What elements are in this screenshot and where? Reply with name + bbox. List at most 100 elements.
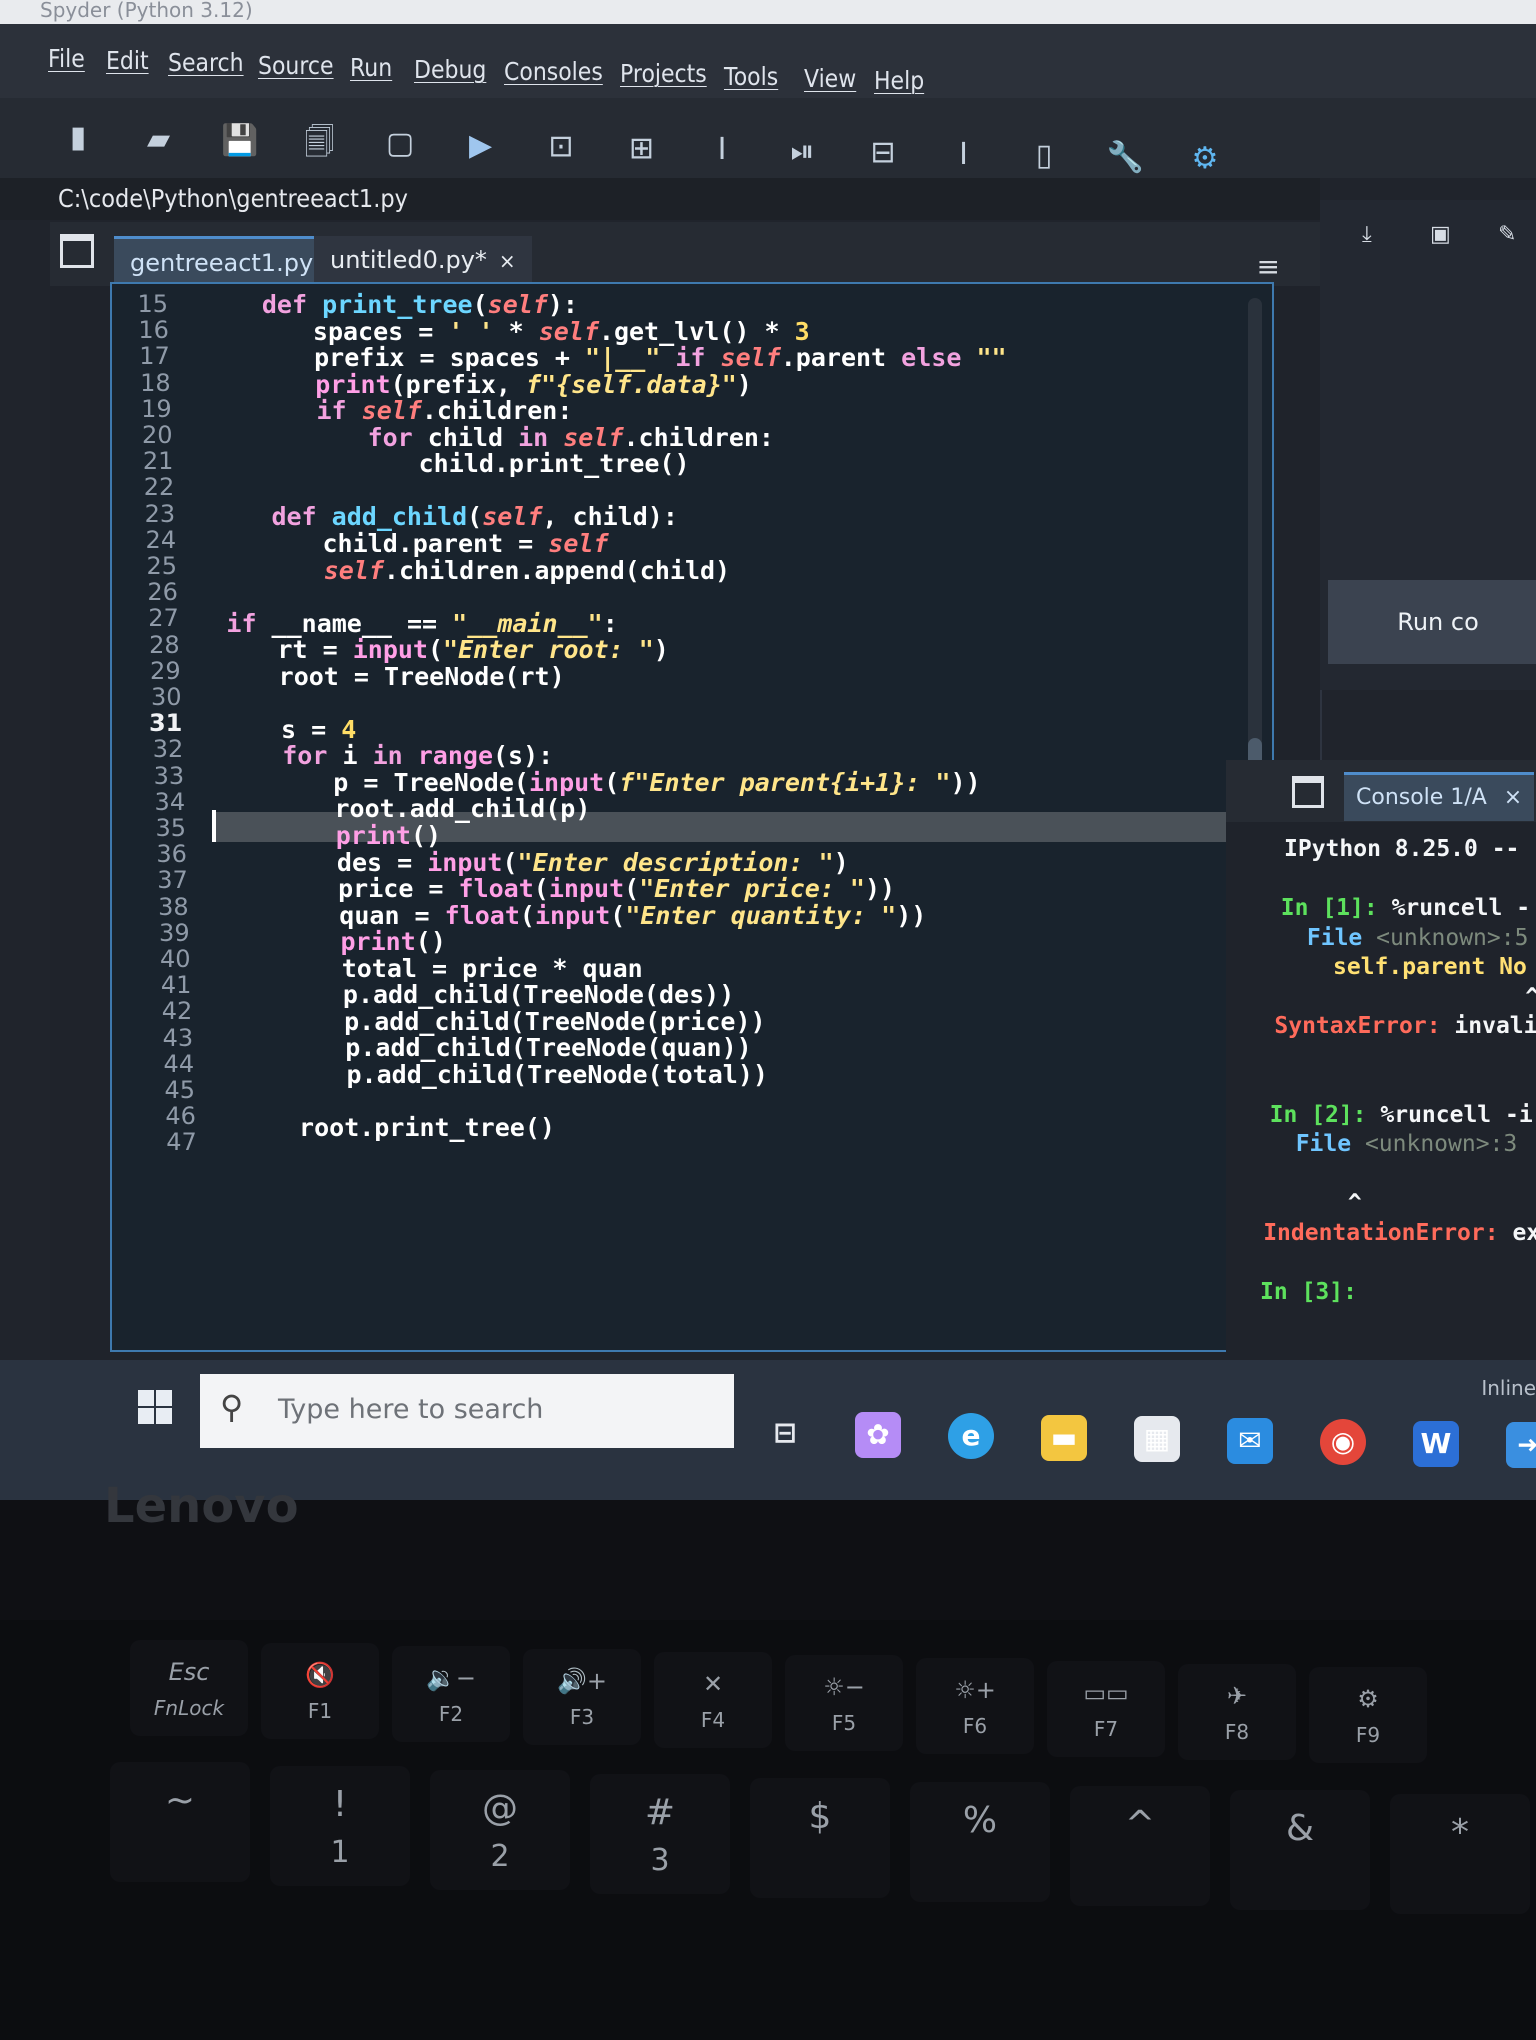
key-f5[interactable]: ☼− F5: [785, 1655, 903, 1751]
key-f3[interactable]: 🔊+ F3: [523, 1649, 641, 1745]
run-icon[interactable]: ▶: [463, 128, 499, 164]
variable-explorer-pane: Run co ⤓ ▣ ✎: [1320, 200, 1536, 690]
key-top-label: #: [644, 1792, 676, 1833]
remove-data-icon[interactable]: ✎: [1498, 222, 1516, 247]
line-number: 42: [161, 997, 193, 1026]
key-f2[interactable]: 🔉− F2: [392, 1646, 510, 1742]
browse-tabs-icon[interactable]: [60, 234, 94, 268]
code-line: quan = float(input("Enter quantity: ")): [339, 901, 926, 930]
run-cell-advance-icon[interactable]: ⊞: [624, 131, 660, 167]
console-line: In [1]: %runcell -: [1281, 895, 1530, 921]
python-path-icon[interactable]: ⚙: [1187, 141, 1223, 177]
key-fnlock[interactable]: Esc FnLock: [130, 1640, 248, 1736]
key-top-label: !: [332, 1784, 348, 1825]
run-selection-icon[interactable]: I: [704, 132, 740, 168]
store-icon[interactable]: ▦: [1134, 1416, 1180, 1462]
run-code-button[interactable]: Run co: [1328, 580, 1536, 664]
key-top-label: 🔉−: [426, 1664, 476, 1692]
number-row-key[interactable]: @2: [430, 1770, 570, 1890]
code-token-bi: float: [444, 900, 520, 930]
debug-selection-icon[interactable]: I: [946, 137, 982, 173]
code-token-tx: rt =: [277, 635, 353, 665]
new-file-icon[interactable]: ▮: [60, 120, 96, 156]
menu-view[interactable]: View: [804, 64, 856, 93]
code-token-tx: __name__ ==: [271, 608, 453, 638]
key-bottom-label: F2: [438, 1702, 464, 1726]
number-row-key[interactable]: ^: [1070, 1786, 1210, 1906]
save-data-icon[interactable]: ▣: [1430, 222, 1451, 247]
code-token-str: "Enter description: ": [517, 847, 834, 877]
save-all-icon[interactable]: 🗐: [302, 125, 338, 161]
menu-projects[interactable]: Projects: [620, 59, 707, 88]
menu-file[interactable]: File: [48, 44, 85, 73]
spyder-icon[interactable]: ⇥: [1506, 1422, 1536, 1468]
menu-debug[interactable]: Debug: [414, 55, 486, 84]
number-row-key[interactable]: &: [1230, 1790, 1370, 1910]
code-token-bi: range: [417, 741, 493, 771]
edge-icon[interactable]: e: [948, 1413, 994, 1459]
code-token-tx: s =: [281, 714, 342, 744]
code-editor[interactable]: 15 def print_tree(self): 16 spaces = ' ' * …: [110, 282, 1274, 1398]
number-row-key[interactable]: $: [750, 1778, 890, 1898]
menu-search[interactable]: Search: [168, 48, 244, 77]
line-number: 45: [164, 1076, 195, 1104]
code-token-tx: (): [410, 821, 442, 850]
line-number: 27: [148, 604, 179, 633]
code-token-kw: else: [901, 343, 977, 373]
menu-edit[interactable]: Edit: [106, 46, 149, 75]
open-folder-icon[interactable]: ▰: [141, 122, 177, 158]
key-f1[interactable]: 🔇 F1: [261, 1643, 379, 1739]
console-tab-close-icon[interactable]: ×: [1504, 785, 1522, 810]
code-token-tx: p = TreeNode(: [333, 767, 529, 797]
browse-console-tabs-icon[interactable]: [1292, 776, 1324, 808]
key-top-label: ⚙: [1357, 1685, 1379, 1713]
menu-run[interactable]: Run: [350, 53, 392, 82]
number-row-key[interactable]: %: [910, 1782, 1050, 1902]
menu-consoles[interactable]: Consoles: [504, 57, 603, 86]
code-line: self.children.append(child): [324, 556, 730, 585]
debug-cell-icon[interactable]: ⊟: [865, 135, 901, 171]
copilot-icon[interactable]: ✿: [855, 1411, 901, 1458]
number-row-key[interactable]: *: [1390, 1794, 1530, 1914]
tab-close-icon[interactable]: ×: [499, 249, 516, 273]
code-token-tx: root.print_tree(): [299, 1113, 555, 1143]
windows-start-icon[interactable]: [138, 1390, 172, 1424]
number-row-key[interactable]: #3: [590, 1774, 730, 1894]
options-menu-icon[interactable]: ≡: [1257, 250, 1280, 283]
word-icon[interactable]: W: [1413, 1420, 1459, 1467]
save-icon[interactable]: 💾: [221, 123, 258, 159]
key-f8[interactable]: ✈ F8: [1178, 1664, 1296, 1760]
code-token-tx: (: [472, 290, 488, 319]
chrome-icon[interactable]: ◉: [1320, 1419, 1366, 1465]
new-cell-icon[interactable]: ▢: [382, 126, 418, 162]
code-line: for i in range(s):: [282, 741, 553, 770]
key-f4[interactable]: ✕ F4: [654, 1652, 772, 1748]
line-number: 34: [154, 787, 186, 816]
menu-tools[interactable]: Tools: [724, 62, 778, 91]
mail-icon[interactable]: ✉: [1227, 1417, 1273, 1464]
tab-console-1a[interactable]: Console 1/A ×: [1344, 772, 1535, 821]
code-line: p.add_child(TreeNode(price)): [344, 1007, 765, 1036]
key-bottom-label: F4: [700, 1708, 726, 1732]
key-f9[interactable]: ⚙ F9: [1309, 1667, 1427, 1763]
key-bottom-label: FnLock: [153, 1696, 225, 1720]
file-explorer-icon[interactable]: ▬: [1041, 1414, 1087, 1461]
maximize-pane-icon[interactable]: ▯: [1026, 138, 1062, 174]
taskbar-search-box[interactable]: ⚲ Type here to search: [200, 1374, 734, 1448]
menu-source[interactable]: Source: [258, 51, 334, 80]
task-view-icon[interactable]: ⊟: [762, 1410, 808, 1456]
number-row-key[interactable]: ! 1: [270, 1766, 410, 1886]
code-token-tx: (): [415, 927, 446, 957]
debug-icon[interactable]: ⏯: [785, 134, 821, 170]
tab-untitled0-py-[interactable]: untitled0.py* ×: [314, 236, 532, 284]
import-data-icon[interactable]: ⤓: [1362, 222, 1372, 247]
key-f6[interactable]: ☼+ F6: [916, 1658, 1034, 1754]
preferences-wrench-icon[interactable]: 🔧: [1107, 140, 1144, 176]
key-f7[interactable]: ▭▭ F7: [1047, 1661, 1165, 1757]
monitor-screen: Spyder (Python 3.12) File Edit Search Sourc…: [0, 0, 1536, 1500]
menu-help[interactable]: Help: [874, 66, 924, 95]
number-row-key[interactable]: ~: [110, 1762, 250, 1882]
run-cell-icon[interactable]: ⊡: [543, 129, 579, 165]
console-token-dim: <unknown>:3: [1364, 1131, 1518, 1157]
laptop-keyboard: Esc FnLock 🔇 F1 🔉− F2 🔊+ F3 ✕ F4 ☼− F5 ☼+ F6 ▭▭ F7 ✈ F8 ⚙ F…: [0, 1620, 1536, 2040]
